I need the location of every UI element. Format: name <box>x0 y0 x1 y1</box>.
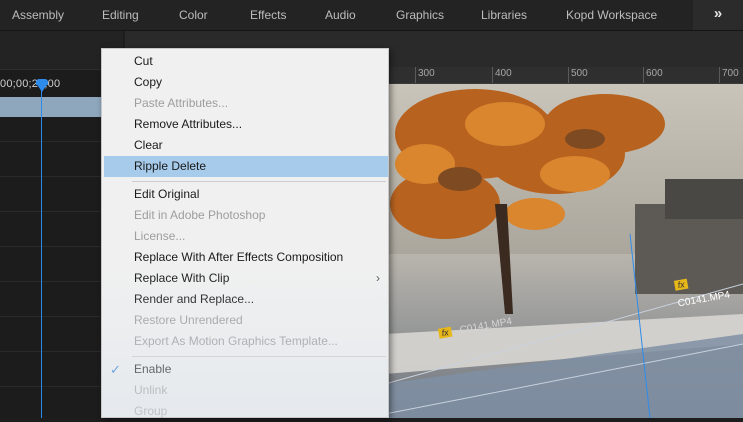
menu-item-label: Replace With After Effects Composition <box>134 250 344 264</box>
menu-item-label: Export As Motion Graphics Template... <box>134 334 338 348</box>
menu-item-label: Paste Attributes... <box>134 96 229 110</box>
workspace-tab-bar: Assembly Editing Color Effects Audio Gra… <box>0 0 743 31</box>
menu-item-copy[interactable]: Copy <box>104 72 388 93</box>
tab-editing[interactable]: Editing <box>102 0 139 30</box>
ruler-label: 500 <box>571 68 588 79</box>
preview-image <box>385 84 743 418</box>
playhead-timecode[interactable]: 00;00;24;00 <box>0 78 60 90</box>
menu-item-ripple-delete[interactable]: Ripple Delete <box>104 156 388 177</box>
menu-item-replace-with-clip[interactable]: Replace With Clip › <box>104 268 388 289</box>
context-menu: Cut Copy Paste Attributes... Remove Attr… <box>101 48 389 418</box>
menu-item-group: Group <box>104 401 388 422</box>
menu-item-cut[interactable]: Cut <box>104 51 388 72</box>
tab-libraries[interactable]: Libraries <box>481 0 527 30</box>
tab-color[interactable]: Color <box>179 0 208 30</box>
menu-item-label: Render and Replace... <box>134 292 255 306</box>
menu-item-label: Clear <box>134 138 163 152</box>
playhead-line[interactable] <box>41 89 42 418</box>
menu-item-label: Unlink <box>134 383 168 397</box>
checkmark-icon: ✓ <box>110 362 121 377</box>
fx-badge: fx <box>673 278 689 291</box>
menu-item-replace-with-ae-composition[interactable]: Replace With After Effects Composition <box>104 247 388 268</box>
ruler-tick <box>492 67 493 83</box>
ruler-tick <box>568 67 569 83</box>
menu-item-label: Ripple Delete <box>134 159 207 173</box>
menu-item-edit-original[interactable]: Edit Original <box>104 184 388 205</box>
menu-item-label: Group <box>134 404 168 418</box>
menu-item-label: License... <box>134 229 186 243</box>
more-workspaces-button[interactable]: » <box>693 0 743 30</box>
menu-item-enable[interactable]: ✓ Enable <box>104 359 388 380</box>
menu-item-restore-unrendered: Restore Unrendered <box>104 310 388 331</box>
menu-separator <box>132 356 386 357</box>
ruler-tick <box>415 67 416 83</box>
menu-item-label: Restore Unrendered <box>134 313 243 327</box>
ruler-label: 400 <box>495 68 512 79</box>
ruler-tick <box>719 67 720 83</box>
menu-item-render-and-replace[interactable]: Render and Replace... <box>104 289 388 310</box>
menu-item-label: Edit in Adobe Photoshop <box>134 208 266 222</box>
menu-item-label: Cut <box>134 54 153 68</box>
playhead-marker-icon[interactable] <box>36 83 48 92</box>
tab-assembly[interactable]: Assembly <box>12 0 64 30</box>
ruler-tick <box>643 67 644 83</box>
tab-graphics[interactable]: Graphics <box>396 0 444 30</box>
menu-separator <box>132 181 386 182</box>
menu-item-unlink: Unlink <box>104 380 388 401</box>
menu-item-label: Remove Attributes... <box>134 117 243 131</box>
ruler-label: 600 <box>646 68 663 79</box>
menu-item-label: Replace With Clip <box>134 271 230 285</box>
ruler-label: 300 <box>418 68 435 79</box>
tab-audio[interactable]: Audio <box>325 0 356 30</box>
menu-item-export-motion-graphics-template: Export As Motion Graphics Template... <box>104 331 388 352</box>
menu-item-label: Copy <box>134 75 163 89</box>
ruler-label: 700 <box>722 68 739 79</box>
menu-item-edit-in-photoshop: Edit in Adobe Photoshop <box>104 205 388 226</box>
menu-item-remove-attributes[interactable]: Remove Attributes... <box>104 114 388 135</box>
autumn-tree-photo <box>385 84 743 418</box>
chevron-right-icon: › <box>376 271 380 285</box>
menu-item-label: Edit Original <box>134 187 200 201</box>
fx-badge: fx <box>437 326 453 339</box>
tab-kopd-workspace[interactable]: Kopd Workspace <box>566 0 657 30</box>
menu-item-clear[interactable]: Clear <box>104 135 388 156</box>
menu-item-label: Enable <box>134 362 172 376</box>
menu-item-paste-attributes: Paste Attributes... <box>104 93 388 114</box>
menu-item-license: License... <box>104 226 388 247</box>
tab-effects[interactable]: Effects <box>250 0 286 30</box>
